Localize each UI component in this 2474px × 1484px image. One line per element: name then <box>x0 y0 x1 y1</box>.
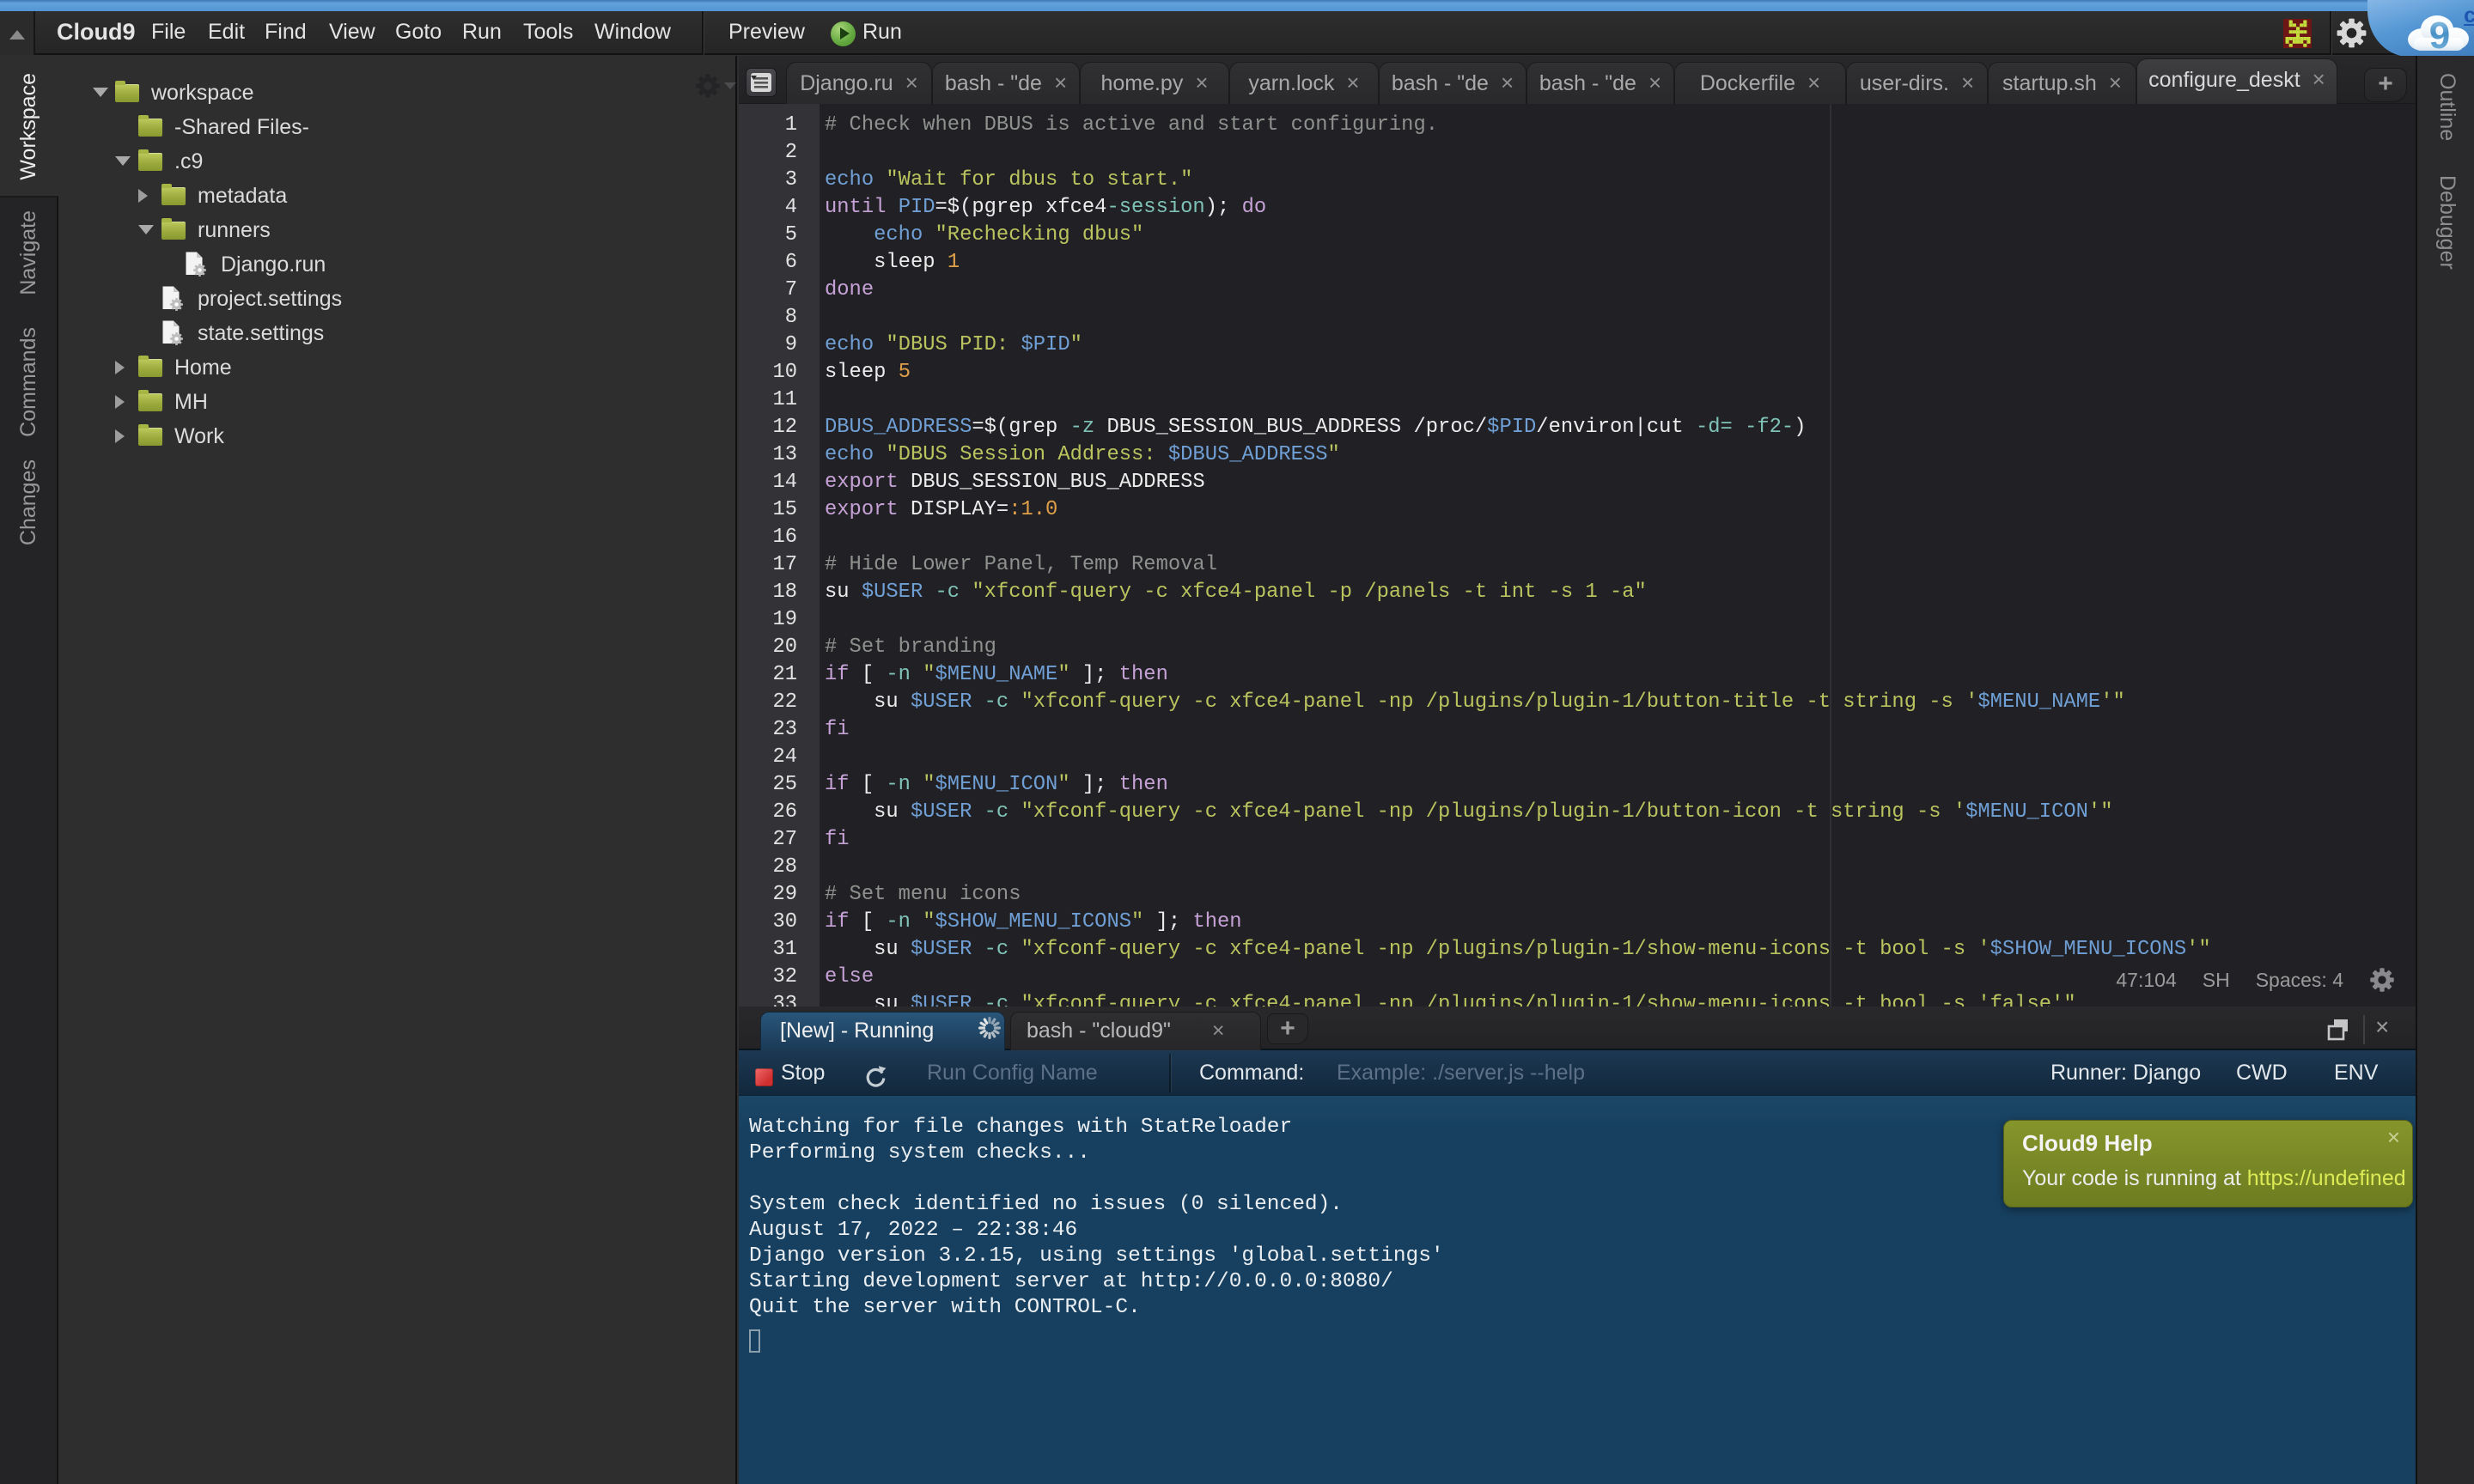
svg-text:9: 9 <box>2429 15 2450 55</box>
